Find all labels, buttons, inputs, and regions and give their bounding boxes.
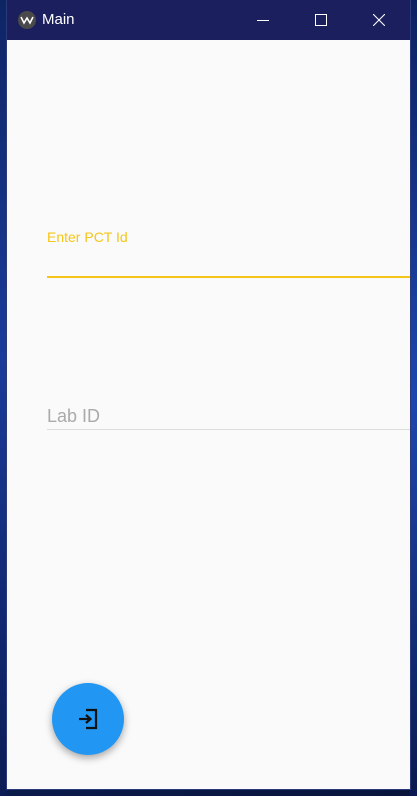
desktop-background-left <box>0 0 7 796</box>
pct-id-underline <box>47 276 410 278</box>
login-button[interactable] <box>52 683 124 755</box>
close-icon <box>373 14 385 26</box>
app-window: Main Enter PCT Id Lab ID <box>7 0 410 789</box>
pct-id-label: Enter PCT Id <box>47 229 128 245</box>
lab-id-underline <box>47 429 410 430</box>
desktop-background-right <box>410 0 417 796</box>
app-logo-icon <box>18 11 36 29</box>
main-content: Enter PCT Id Lab ID <box>7 40 410 789</box>
window-title: Main <box>42 11 75 28</box>
lab-id-placeholder: Lab ID <box>47 406 101 426</box>
minimize-button[interactable] <box>240 0 286 40</box>
maximize-icon <box>315 14 327 26</box>
minimize-icon <box>257 20 269 21</box>
login-icon <box>79 708 98 730</box>
close-button[interactable] <box>356 0 402 40</box>
maximize-button[interactable] <box>298 0 344 40</box>
title-bar[interactable]: Main <box>7 0 410 40</box>
